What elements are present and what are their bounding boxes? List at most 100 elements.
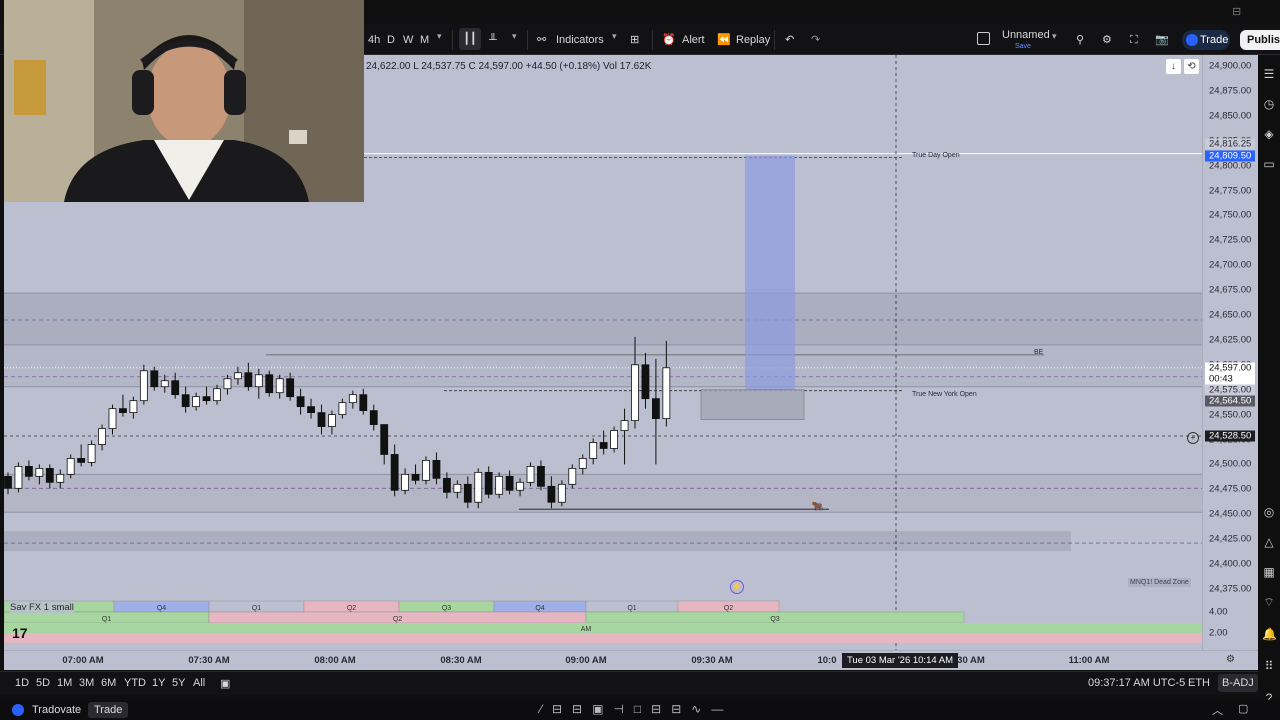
axis-settings-gear-icon[interactable]: ⚙	[1226, 654, 1235, 665]
ohlc-legend: 24,622.00 L 24,537.75 C 24,597.00 +44.50…	[366, 61, 652, 72]
range-1m[interactable]: 1M	[57, 677, 72, 689]
price-marker-label: 24,528.50	[1205, 430, 1255, 442]
breakeven-label: BE	[1034, 349, 1044, 356]
candle-body	[66, 458, 75, 475]
redo-icon[interactable]: ↷	[811, 31, 820, 49]
price-tick-label: 24,400.00	[1209, 558, 1252, 570]
interval-m[interactable]: M	[420, 31, 429, 49]
candle-body	[453, 483, 462, 493]
layout-save-hint: Save	[1015, 43, 1031, 50]
price-marker-label: 00:43	[1205, 373, 1255, 385]
range-1d[interactable]: 1D	[15, 677, 29, 689]
candle-body	[254, 374, 263, 388]
range-3m[interactable]: 3M	[79, 677, 94, 689]
apps-grid-icon[interactable]: ⠿	[1262, 659, 1276, 673]
candle-body	[171, 380, 180, 396]
indicators-button[interactable]: Indicators	[556, 31, 604, 49]
session-indicator-label: Sav FX 1 small	[10, 602, 74, 613]
alerts-clock-icon[interactable]: ◷	[1262, 97, 1276, 111]
session-quarter-label: Q1	[252, 605, 261, 612]
replay-icon[interactable]: ⏪	[717, 31, 731, 49]
am-session-label: AM	[581, 626, 592, 633]
scroll-down-icon[interactable]: ↓	[1166, 59, 1181, 74]
price-tick-label: 24,875.00	[1209, 85, 1252, 97]
price-tick-label: 24,625.00	[1209, 334, 1252, 346]
layout-chevron-down-icon[interactable]: ▾	[1052, 31, 1057, 42]
interval-d[interactable]: D	[387, 31, 395, 49]
alert-button[interactable]: Alert	[682, 31, 705, 49]
triangle-icon[interactable]: △	[1262, 535, 1276, 549]
layout-square-icon[interactable]	[977, 32, 990, 45]
range-5d[interactable]: 5D	[36, 677, 50, 689]
price-tick-label: 24,800.00	[1209, 160, 1252, 172]
time-axis[interactable]: 07:00 AM 07:30 AM 08:00 AM 08:30 AM 09:0…	[4, 650, 1258, 670]
session-half-label: Q2	[393, 616, 402, 623]
camera-icon[interactable]: 📷	[1155, 31, 1169, 49]
target-icon[interactable]: ◎	[1262, 505, 1276, 519]
publish-button[interactable]: Publish	[1240, 30, 1280, 50]
right-sidebar: ☰ ◷ ◈ ▭ ◎ △ ▦ ⌔ 🔔 ⠿ ?	[1258, 55, 1280, 720]
calendar-icon[interactable]: ▦	[1262, 565, 1276, 579]
range-ytd[interactable]: YTD	[124, 677, 146, 689]
alert-clock-icon[interactable]: ⏰	[662, 31, 676, 49]
candle-body	[401, 473, 410, 491]
collapse-up-icon[interactable]: ︿	[1212, 702, 1223, 718]
candle-body	[599, 442, 608, 449]
interval-4h[interactable]: 4h	[368, 31, 380, 49]
candle-body	[275, 378, 284, 394]
candles-style-icon[interactable]: ┃┃	[459, 28, 481, 50]
range-6m[interactable]: 6M	[101, 677, 116, 689]
chart-type-chevron-down-icon[interactable]: ▾	[512, 31, 517, 42]
indicators-icon[interactable]: ⚯	[537, 31, 546, 49]
utc-clock[interactable]: 09:37:17 AM UTC-5	[1088, 677, 1185, 689]
price-tick-label: 24,900.00	[1209, 60, 1252, 72]
price-marker-label: 24,564.50	[1205, 395, 1255, 407]
settings-gear-icon[interactable]: ⚙	[1102, 31, 1112, 49]
candle-body	[557, 483, 566, 503]
bell-icon[interactable]: 🔔	[1262, 627, 1277, 641]
broker-tab[interactable]: Tradovate	[32, 704, 81, 716]
candle-body	[568, 467, 577, 485]
broadcast-icon[interactable]: ⌔	[1262, 595, 1276, 609]
bar-style-icon[interactable]: ╨	[489, 31, 497, 49]
price-tick-label: 24,550.00	[1209, 409, 1252, 421]
range-all[interactable]: All	[193, 677, 205, 689]
templates-grid-icon[interactable]: ⊞	[630, 31, 639, 49]
maximize-panel-icon[interactable]: ▢	[1238, 702, 1248, 715]
interval-chevron-down-icon[interactable]: ▾	[437, 31, 442, 42]
webcam-overlay	[4, 0, 364, 202]
drawing-tools-icons[interactable]: ⁄⊟⊟▣⊣□⊟⊟∿—	[540, 702, 733, 716]
interval-w[interactable]: W	[403, 31, 413, 49]
trade-button[interactable]: Trade	[1182, 30, 1230, 50]
price-scale[interactable]: 24,900.0024,875.0024,850.0024,825.0024,8…	[1202, 55, 1258, 650]
price-tick-label: 24,450.00	[1209, 508, 1252, 520]
candle-body	[474, 471, 483, 503]
crosshair-plus-icon[interactable]: +	[1187, 432, 1199, 444]
layers-icon[interactable]: ◈	[1262, 127, 1276, 141]
candle-body	[129, 400, 138, 414]
range-1y[interactable]: 1Y	[152, 677, 165, 689]
fullscreen-icon[interactable]: ⛶	[1130, 31, 1138, 49]
session-quarter-label: Q3	[442, 605, 451, 612]
session-eth[interactable]: ETH	[1188, 677, 1210, 689]
price-tick-label: 24,775.00	[1209, 185, 1252, 196]
range-5y[interactable]: 5Y	[172, 677, 185, 689]
undo-icon[interactable]: ↶	[785, 31, 794, 49]
indicators-chevron-down-icon[interactable]: ▾	[612, 31, 617, 42]
lightning-event-icon[interactable]: ⚡	[730, 580, 744, 594]
reset-chart-icon[interactable]: ⟲	[1184, 59, 1199, 74]
goto-date-calendar-icon[interactable]: ▣	[220, 677, 230, 690]
candle-body	[213, 388, 221, 402]
trade-tab[interactable]: Trade	[88, 702, 129, 718]
app-root: 4h D W M ▾ ┃┃ ╨ ▾ ⚯ Indicators ▾ ⊞ ⏰ Ale…	[0, 0, 1280, 720]
replay-button[interactable]: Replay	[736, 31, 770, 49]
layout-top-icon[interactable]: ⊟	[1232, 5, 1241, 18]
price-tick-label: 24,475.00	[1209, 483, 1252, 495]
candle-body	[495, 475, 504, 495]
candle-body	[463, 483, 472, 503]
chat-icon[interactable]: ▭	[1262, 157, 1276, 171]
candle-body	[620, 420, 629, 431]
back-adjust-toggle[interactable]: B-ADJ	[1218, 674, 1258, 692]
quick-search-icon[interactable]: ⚲	[1076, 31, 1084, 49]
watchlist-icon[interactable]: ☰	[1262, 67, 1276, 81]
